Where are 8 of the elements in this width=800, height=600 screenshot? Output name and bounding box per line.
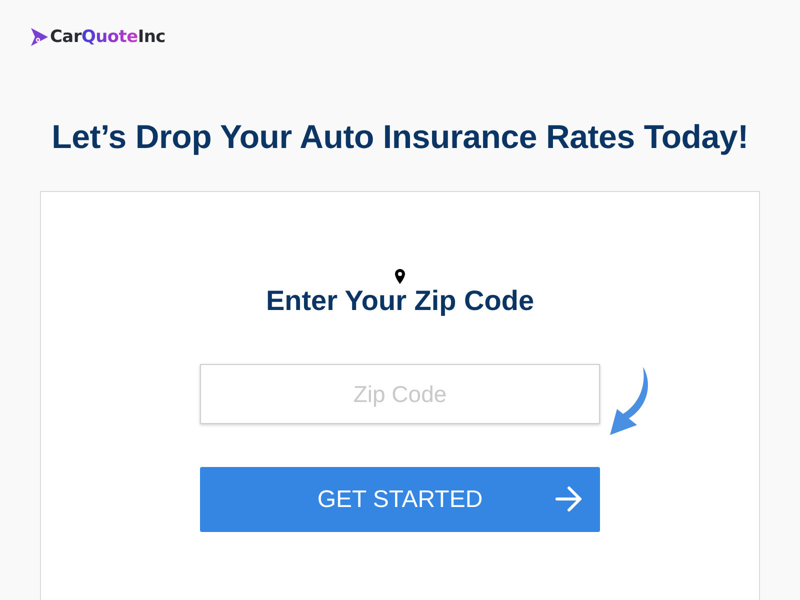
logo-text[interactable]: CarQuoteInc (50, 26, 166, 48)
curved-arrow-icon (610, 367, 650, 437)
get-started-button[interactable]: GET STARTED (200, 467, 600, 532)
map-pin-icon (395, 269, 405, 284)
arrow-right-icon (555, 486, 583, 512)
zip-form-title: Enter Your Zip Code (266, 284, 534, 318)
page-headline: Let’s Drop Your Auto Insurance Rates Today! (52, 117, 748, 157)
triangle-logo-icon (30, 27, 49, 47)
